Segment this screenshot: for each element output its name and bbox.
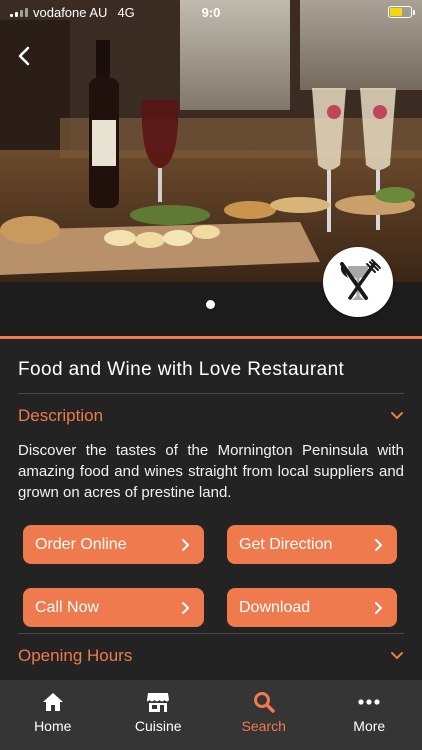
home-icon bbox=[42, 693, 63, 711]
description-text: Discover the tastes of the Mornington Pe… bbox=[18, 442, 404, 501]
description-header[interactable]: Description bbox=[18, 394, 404, 438]
opening-hours-header[interactable]: Opening Hours bbox=[18, 633, 404, 677]
description-label: Description bbox=[18, 406, 104, 425]
button-label: Order Online bbox=[35, 535, 127, 553]
tab-more[interactable]: More bbox=[317, 680, 422, 750]
knife-fork-wine-icon bbox=[340, 259, 381, 300]
tab-home[interactable]: Home bbox=[0, 680, 106, 750]
carrier-label: vodafone AU bbox=[33, 4, 108, 20]
button-label: Call Now bbox=[35, 598, 100, 616]
restaurant-logo-badge bbox=[323, 247, 393, 317]
action-buttons: Order Online Get Direction Call Now Down… bbox=[23, 525, 404, 627]
search-icon bbox=[253, 692, 275, 713]
call-now-button[interactable]: Call Now bbox=[23, 588, 204, 627]
button-label: Download bbox=[239, 598, 311, 616]
store-icon bbox=[147, 693, 170, 712]
tab-cuisine[interactable]: Cuisine bbox=[106, 680, 212, 750]
button-label: Get Direction bbox=[239, 535, 333, 553]
chevron-right-icon bbox=[375, 538, 382, 551]
back-button[interactable] bbox=[10, 40, 38, 72]
page-title: Food and Wine with Love Restaurant bbox=[18, 359, 345, 380]
get-direction-button[interactable]: Get Direction bbox=[227, 525, 397, 564]
chevron-down-icon bbox=[391, 651, 403, 659]
order-online-button[interactable]: Order Online bbox=[23, 525, 204, 564]
clock: 9:0 bbox=[201, 4, 221, 20]
chevron-down-icon bbox=[391, 412, 403, 419]
more-dots-icon bbox=[358, 699, 380, 705]
opening-hours-label: Opening Hours bbox=[18, 645, 133, 665]
chevron-right-icon bbox=[182, 601, 189, 614]
network-label: 4G bbox=[117, 4, 135, 20]
tab-label: Home bbox=[34, 718, 72, 734]
tab-label: Cuisine bbox=[134, 718, 182, 734]
signal-icon bbox=[10, 7, 28, 17]
status-bar: vodafone AU 4G 9:0 bbox=[0, 0, 422, 24]
download-button[interactable]: Download bbox=[227, 588, 397, 627]
food-wine-photo bbox=[0, 0, 422, 282]
chevron-left-icon bbox=[18, 46, 30, 66]
tab-search[interactable]: Search bbox=[211, 680, 317, 750]
battery-icon bbox=[388, 6, 415, 18]
hero-image bbox=[0, 0, 422, 282]
tab-label: More bbox=[353, 718, 386, 734]
chevron-right-icon bbox=[375, 601, 382, 614]
bottom-tab-bar: Home Cuisine Search More bbox=[0, 680, 422, 750]
carousel-dot[interactable] bbox=[206, 300, 215, 309]
chevron-right-icon bbox=[182, 538, 189, 551]
tab-label: Search bbox=[241, 718, 286, 734]
restaurant-details: Food and Wine with Love Restaurant Descr… bbox=[0, 339, 422, 680]
